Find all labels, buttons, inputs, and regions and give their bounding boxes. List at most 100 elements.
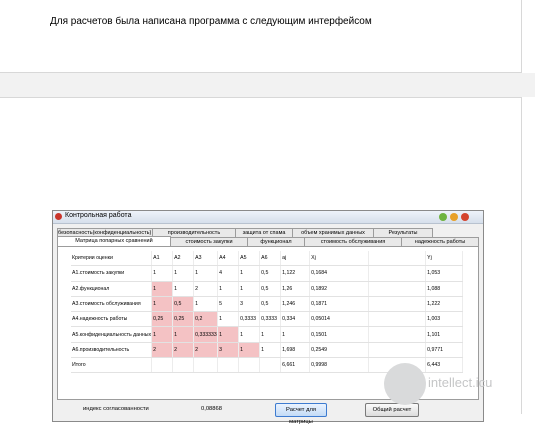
table-cell[interactable]: 0,5 — [259, 265, 282, 282]
table-cell[interactable]: 1 — [151, 281, 174, 297]
table-cell[interactable]: 2 — [172, 342, 195, 359]
table-cell[interactable] — [238, 357, 261, 374]
table-cell[interactable]: 1 — [193, 296, 219, 313]
table-cell[interactable]: 3 — [217, 342, 240, 359]
table-cell[interactable]: 0,3333 — [238, 311, 261, 328]
table-cell[interactable]: 0,5 — [259, 296, 282, 313]
table-cell[interactable] — [368, 342, 427, 359]
consistency-index-label: индекс согласованности — [83, 406, 149, 412]
table-cell[interactable] — [368, 296, 427, 313]
table-cell[interactable]: 1 — [217, 281, 240, 297]
column-header: Xj — [309, 251, 370, 267]
column-header: A2 — [172, 251, 195, 267]
tab-spam-protection[interactable]: защита от спама — [235, 228, 293, 237]
table-cell[interactable]: 5 — [217, 296, 240, 313]
table-cell[interactable] — [368, 265, 427, 282]
table-cell[interactable]: 1,246 — [280, 296, 311, 313]
title-bar[interactable]: Контрольная работа — [53, 211, 483, 224]
table-cell[interactable] — [151, 357, 174, 374]
tab-functionality[interactable]: функционал — [247, 237, 305, 246]
tab-pairwise-matrix[interactable]: Матрица попарных сравнений — [57, 236, 171, 246]
table-cell[interactable]: 1 — [172, 326, 195, 343]
table-cell[interactable]: 1,101 — [425, 326, 464, 343]
table-cell[interactable] — [217, 357, 240, 374]
table-cell[interactable] — [172, 357, 195, 374]
maximize-icon[interactable] — [450, 213, 458, 221]
table-cell[interactable]: 1,698 — [280, 342, 311, 359]
tab-data-volume[interactable]: объем хранимых данных — [292, 228, 374, 237]
table-cell[interactable]: 1 — [193, 265, 219, 282]
table-cell[interactable]: 0,5 — [172, 296, 195, 313]
close-icon[interactable] — [461, 213, 469, 221]
table-cell[interactable]: 6,661 — [280, 357, 311, 374]
total-calc-button[interactable]: Общий расчет — [365, 403, 419, 417]
tab-purchase-cost[interactable]: стоимость закупки — [170, 237, 248, 246]
calc-matrix-button[interactable]: Расчет для матрицы — [275, 403, 327, 425]
tab-reliability[interactable]: надежность работы — [401, 237, 479, 246]
table-cell[interactable]: 1,053 — [425, 265, 464, 282]
table-cell[interactable]: 1 — [172, 265, 195, 282]
row-label: A1.стоимость закупки — [71, 265, 153, 282]
consistency-index-value: 0,08868 — [201, 406, 222, 412]
table-cell[interactable]: 0,9998 — [309, 357, 370, 374]
table-cell[interactable]: 1 — [238, 265, 261, 282]
table-cell[interactable]: 2 — [151, 342, 174, 359]
table-cell[interactable]: 1,122 — [280, 265, 311, 282]
table-row: A6.производительность 2 2 2 3 1 1 1,698 0,2549 0,… — [71, 342, 464, 359]
table-row: A2.функционал 1 1 2 1 1 0,5 1,26 0,1892 1,088 — [71, 281, 464, 297]
table-cell[interactable]: 1 — [217, 311, 240, 328]
table-cell[interactable]: 6,443 — [425, 357, 464, 374]
table-cell[interactable]: 1 — [151, 296, 174, 313]
column-header: A1 — [151, 251, 174, 267]
window-title: Контрольная работа — [65, 212, 132, 219]
table-cell[interactable] — [259, 357, 282, 374]
table-cell[interactable]: 0,1892 — [309, 281, 370, 297]
row-label: A3.стоимость обслуживания — [71, 296, 153, 313]
table-cell[interactable]: 1 — [151, 265, 174, 282]
document-page-top: Для расчетов была написана программа с с… — [0, 0, 522, 73]
table-cell[interactable]: 1 — [172, 281, 195, 297]
table-cell[interactable]: 1 — [238, 281, 261, 297]
table-cell[interactable]: 2 — [193, 281, 219, 297]
table-cell[interactable]: 1 — [151, 326, 174, 343]
row-label: Итого — [71, 357, 153, 374]
table-cell[interactable]: 1,222 — [425, 296, 464, 313]
tab-row-2: Матрица попарных сравнений стоимость зак… — [57, 236, 479, 246]
table-cell[interactable]: 0,1684 — [309, 265, 370, 282]
table-cell[interactable]: 0,2 — [193, 311, 219, 328]
table-cell[interactable] — [368, 326, 427, 343]
table-cell[interactable]: 3 — [238, 296, 261, 313]
table-cell[interactable] — [368, 311, 427, 328]
table-cell[interactable]: 1,003 — [425, 311, 464, 328]
table-cell[interactable]: 0,25 — [172, 311, 195, 328]
table-cell[interactable] — [368, 281, 427, 297]
row-label: A5.конфиденциальность данных — [71, 326, 153, 343]
table-cell[interactable]: 1 — [259, 326, 282, 343]
table-cell[interactable]: 0,333333 — [193, 326, 219, 343]
table-cell[interactable]: 1 — [238, 342, 261, 359]
table-cell[interactable]: 1,088 — [425, 281, 464, 297]
tab-service-cost[interactable]: стоимость обслуживания — [304, 237, 402, 246]
table-cell[interactable]: 0,1501 — [309, 326, 370, 343]
comparison-table: Критерии оценки A1 A2 A3 A4 A5 A6 aj Xj Yj A1.стои… — [71, 251, 464, 374]
table-cell[interactable]: 1,26 — [280, 281, 311, 297]
table-cell[interactable]: 1 — [238, 326, 261, 343]
column-header: Yj — [425, 251, 464, 267]
table-cell[interactable]: 1 — [217, 326, 240, 343]
table-cell[interactable]: 4 — [217, 265, 240, 282]
table-row: A3.стоимость обслуживания 1 0,5 1 5 3 0,5 1,246… — [71, 296, 464, 313]
table-cell[interactable]: 1 — [259, 342, 282, 359]
table-cell[interactable]: 0,3333 — [259, 311, 282, 328]
table-cell[interactable]: 0,334 — [280, 311, 311, 328]
table-cell[interactable]: 0,25 — [151, 311, 174, 328]
tab-results[interactable]: Результаты — [373, 228, 433, 237]
table-cell[interactable] — [193, 357, 219, 374]
minimize-icon[interactable] — [439, 213, 447, 221]
table-cell[interactable]: 2 — [193, 342, 219, 359]
table-cell[interactable]: 0,2549 — [309, 342, 370, 359]
table-cell[interactable]: 0,9771 — [425, 342, 464, 359]
table-cell[interactable]: 0,5 — [259, 281, 282, 297]
table-cell[interactable]: 0,05014 — [309, 311, 370, 328]
table-cell[interactable]: 1 — [280, 326, 311, 343]
table-cell[interactable]: 0,1871 — [309, 296, 370, 313]
